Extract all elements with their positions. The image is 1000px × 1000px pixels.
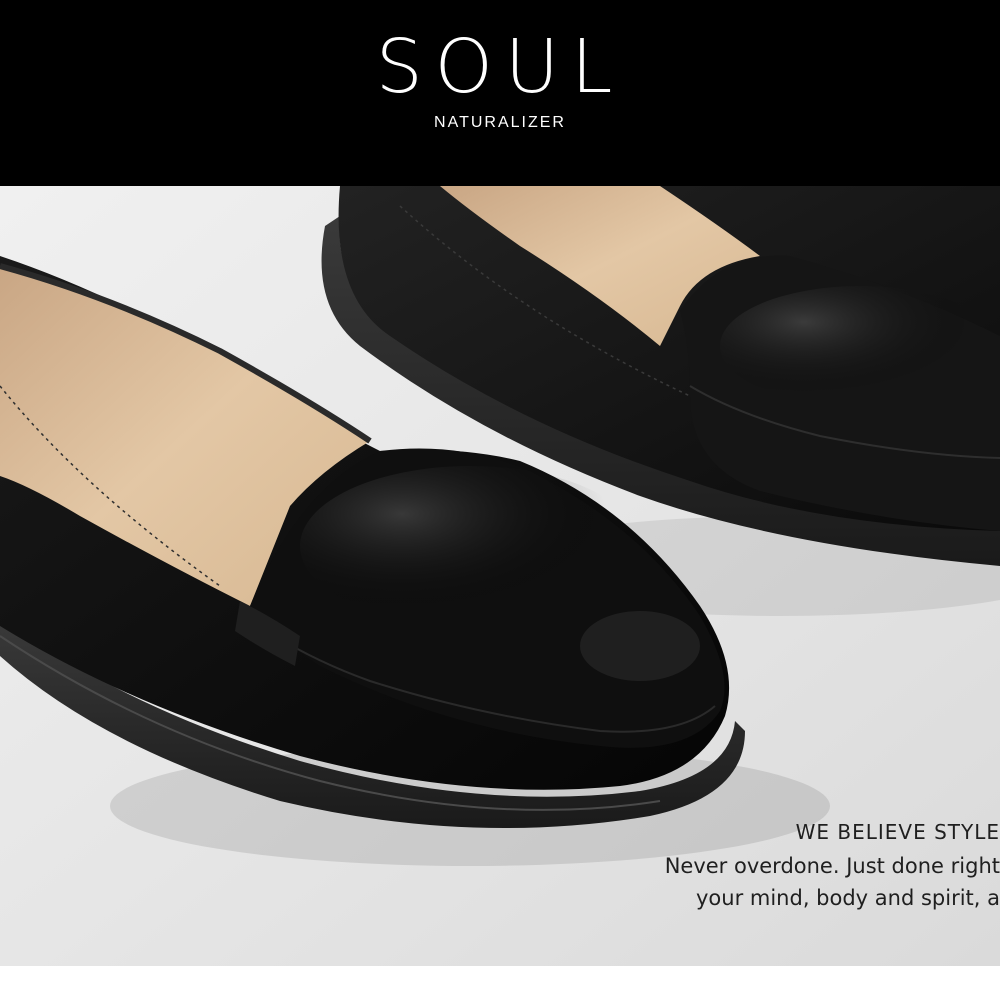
bottom-margin (0, 966, 1000, 1000)
brand-logo-subtitle: NATURALIZER (434, 114, 566, 131)
product-photo (0, 186, 1000, 966)
brand-header: SOUL NATURALIZER (0, 0, 1000, 186)
brand-logo-title: SOUL (375, 24, 625, 110)
ad-page: SOUL NATURALIZER WE BELIEVE STYLE Never … (0, 0, 1000, 1000)
tagline-line-2: your mind, body and spirit, a (696, 886, 1000, 910)
tagline-line-1: Never overdone. Just done right (664, 854, 1000, 878)
tagline-heading: WE BELIEVE STYLE (795, 820, 1000, 844)
loafers-illustration (0, 186, 1000, 966)
